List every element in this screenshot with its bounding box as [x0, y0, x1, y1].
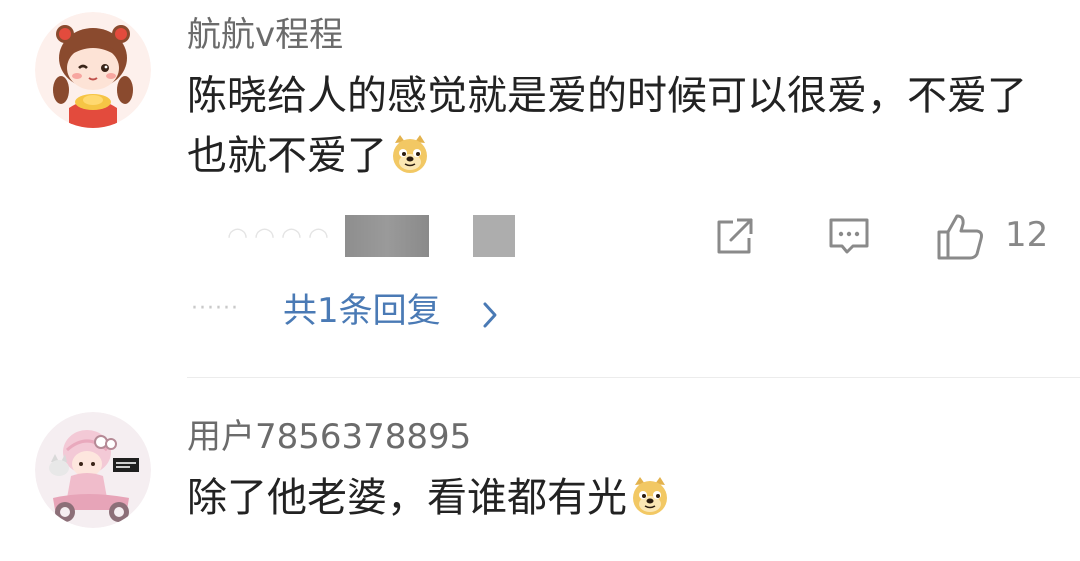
doge-emoji-icon — [389, 132, 431, 174]
reply-dots: ······ — [191, 296, 239, 321]
comment-item: 航航v程程 陈晓给人的感觉就是爱的时候可以很爱，不爱了也就不爱了 ◠◠◠◠ 12… — [0, 0, 1080, 378]
comment-item: 用户7856378895 除了他老婆，看谁都有光 — [0, 378, 1080, 561]
comment-icon — [829, 218, 869, 254]
thumbs-up-icon — [937, 214, 983, 260]
comment-button[interactable] — [825, 212, 873, 262]
username[interactable]: 航航v程程 — [187, 18, 343, 52]
reply-count-label[interactable]: 共1条回复 — [283, 294, 441, 328]
comment-body: 除了他老婆，看谁都有光 — [187, 475, 627, 521]
doge-emoji-icon — [629, 474, 671, 516]
redacted-block — [345, 215, 429, 257]
timestamp-redacted: ◠◠◠◠ — [227, 222, 335, 250]
comment-list: 航航v程程 陈晓给人的感觉就是爱的时候可以很爱，不爱了也就不爱了 ◠◠◠◠ 12… — [0, 0, 1080, 561]
comment-text: 陈晓给人的感觉就是爱的时候可以很爱，不爱了也就不爱了 — [187, 66, 1057, 186]
comment-body: 陈晓给人的感觉就是爱的时候可以很爱，不爱了也就不爱了 — [187, 73, 1027, 179]
username[interactable]: 用户7856378895 — [187, 420, 471, 454]
like-count: 12 — [1005, 215, 1049, 255]
redacted-block — [473, 215, 515, 257]
like-button[interactable] — [935, 212, 987, 262]
comment-meta: ◠◠◠◠ 12 — [187, 212, 1057, 262]
share-button[interactable] — [711, 212, 759, 262]
avatar[interactable] — [35, 12, 151, 128]
chevron-right-icon — [483, 302, 497, 328]
share-icon — [717, 218, 753, 254]
avatar[interactable] — [35, 412, 151, 528]
comment-text: 除了他老婆，看谁都有光 — [187, 468, 1057, 528]
